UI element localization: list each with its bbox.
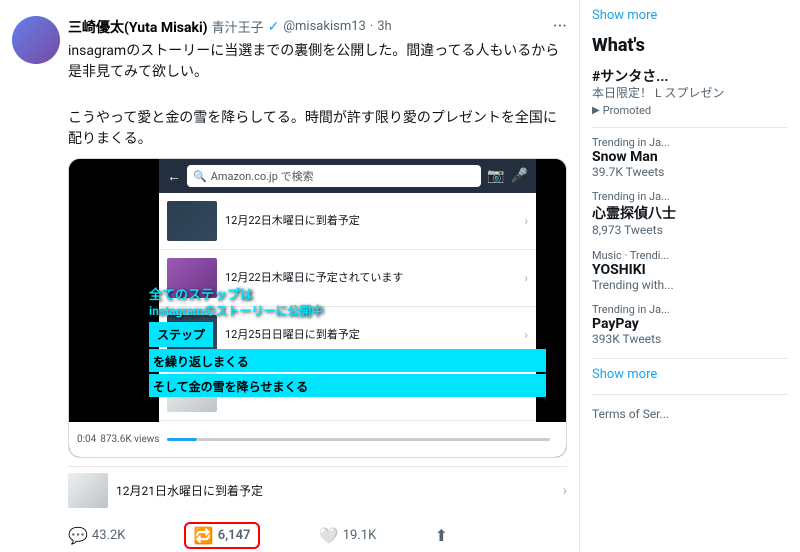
trending-tag-1[interactable]: Snow Man — [592, 149, 788, 165]
chevron-right-icon-2: › — [524, 271, 528, 285]
promoted-hashtag[interactable]: #サンタさ... — [592, 66, 788, 86]
tweet-actions: 💬 43.2K 🔁 6,147 🤍 19.1K ⬆ — [68, 514, 448, 552]
like-count: 19.1K — [343, 528, 377, 543]
trending-count-3: Trending with... — [592, 278, 788, 294]
mic-icon[interactable]: 🎤 — [511, 168, 528, 184]
overlay-text: 全てのステップは instagramのストーリーに公開中 ステップ を繰り返しま… — [149, 288, 546, 397]
trending-count-4: 393K Tweets — [592, 332, 788, 348]
share-icon: ⬆ — [435, 526, 448, 545]
tweet-header: 三崎優太(Yuta Misaki) 青汁王子 ✓ @misakism13 · 3… — [68, 16, 567, 37]
amazon-search-bar: 🔍 Amazon.co.jp で検索 — [187, 165, 481, 187]
tweet-line-1: insagramのストーリーに当選までの裏側を公開した。間違ってる人もいるから是… — [68, 41, 567, 83]
overlay-line-4: を繰り返しまくる — [153, 355, 249, 369]
tweet-line-2: こうやって愛と金の雪を降らしてる。時間が許す限り愛のプレゼントを全国に配りまくる… — [68, 108, 567, 150]
author-subtitle: 青汁王子 — [212, 17, 264, 36]
reply-count: 43.2K — [92, 528, 126, 543]
trending-item-2: Trending in Ja... 心霊探偵八士 8,973 Tweets — [592, 190, 788, 239]
extra-product-image — [68, 473, 108, 508]
video-views: 873.6K views — [100, 434, 159, 445]
trending-tag-4[interactable]: PayPay — [592, 316, 788, 332]
trending-item-1: Trending in Ja... Snow Man 39.7K Tweets — [592, 136, 788, 181]
show-more-link-bottom[interactable]: Show more — [592, 367, 788, 382]
reply-icon: 💬 — [68, 526, 88, 545]
amazon-header: ← 🔍 Amazon.co.jp で検索 📷 🎤 — [159, 159, 536, 193]
heart-icon: 🤍 — [319, 526, 339, 545]
promoted-label: ▶ Promoted — [592, 104, 788, 117]
video-timestamp: 0:04 — [77, 434, 96, 445]
black-overlay-left — [69, 159, 159, 457]
extra-product-text: 12月21日水曜日に到着予定 — [116, 482, 263, 499]
whats-happening-title: What's — [592, 35, 788, 56]
avatar[interactable] — [12, 16, 60, 64]
search-text: Amazon.co.jp で検索 — [211, 168, 314, 184]
trending-item-4: Trending in Ja... PayPay 393K Tweets — [592, 303, 788, 348]
retweet-count: 6,147 — [218, 528, 251, 543]
retweet-icon: 🔁 — [194, 526, 214, 545]
product-text-2: 12月22日木曜日に予定されています — [225, 270, 516, 285]
overlay-highlight-3: ステップ — [153, 324, 209, 345]
back-button[interactable]: ← — [167, 168, 181, 185]
promoted-item: #サンタさ... 本日限定！ L スプレゼン ▶ Promoted — [592, 66, 788, 117]
product-image-1 — [167, 201, 217, 241]
reply-button[interactable]: 💬 43.2K — [68, 526, 125, 545]
tweet-body: 三崎優太(Yuta Misaki) 青汁王子 ✓ @misakism13 · 3… — [68, 16, 567, 552]
overlay-line-1: 全てのステップは — [149, 288, 546, 305]
share-button[interactable]: ⬆ — [435, 526, 448, 545]
media-embed[interactable]: ← 🔍 Amazon.co.jp で検索 📷 🎤 — [68, 158, 567, 458]
author-name: 三崎優太(Yuta Misaki) — [68, 17, 208, 37]
trending-tag-2[interactable]: 心霊探偵八士 — [592, 203, 788, 223]
trending-count-1: 39.7K Tweets — [592, 165, 788, 181]
tweet-handle: @misakism13 — [283, 19, 366, 34]
trending-tag-3[interactable]: YOSHIKI — [592, 262, 788, 278]
camera-icon[interactable]: 📷 — [487, 168, 504, 184]
more-button[interactable]: ··· — [553, 16, 567, 37]
sidebar: Show more What's #サンタさ... 本日限定！ L スプレゼン … — [580, 0, 800, 552]
product-text-1: 12月22日木曜日に到着予定 — [225, 213, 516, 228]
promoted-desc: 本日限定！ L スプレゼン — [592, 86, 788, 102]
divider-3 — [592, 394, 788, 395]
amazon-item-1[interactable]: 12月22日木曜日に到着予定 › — [159, 193, 536, 250]
trending-context-4: Trending in Ja... — [592, 303, 788, 316]
extra-product-item[interactable]: 12月21日水曜日に到着予定 › — [68, 466, 567, 514]
terms-link[interactable]: Terms of Ser... — [592, 407, 669, 421]
avatar-image — [12, 16, 60, 64]
trending-count-2: 8,973 Tweets — [592, 223, 788, 239]
trending-item-3: Music · Trendi... YOSHIKI Trending with.… — [592, 249, 788, 294]
search-icon: 🔍 — [193, 170, 207, 183]
main-content: 三崎優太(Yuta Misaki) 青汁王子 ✓ @misakism13 · 3… — [0, 0, 580, 552]
verified-badge: ✓ — [268, 19, 280, 35]
trending-context-3: Music · Trendi... — [592, 249, 788, 262]
trending-context-2: Trending in Ja... — [592, 190, 788, 203]
video-bottom-bar: 0:04 873.6K views — [69, 422, 566, 457]
tweet-text: insagramのストーリーに当選までの裏側を公開した。間違ってる人もいるから是… — [68, 41, 567, 150]
extra-chevron-icon: › — [563, 483, 567, 499]
promoted-text: Promoted — [603, 104, 651, 117]
divider-2 — [592, 358, 788, 359]
like-button[interactable]: 🤍 19.1K — [319, 526, 376, 545]
show-more-link-top[interactable]: Show more — [592, 8, 788, 23]
promoted-icon: ▶ — [592, 105, 600, 116]
overlay-line-5: そして金の雪を降らせまくる — [153, 380, 308, 394]
overlay-line-2: instagramのストーリーに公開中 — [149, 304, 546, 320]
avatar-area — [12, 16, 60, 552]
tweet-time: · — [370, 19, 373, 34]
tweet-container: 三崎優太(Yuta Misaki) 青汁王子 ✓ @misakism13 · 3… — [0, 8, 579, 552]
search-icons: 📷 🎤 — [487, 168, 528, 184]
chevron-right-icon-1: › — [524, 214, 528, 228]
trending-context-1: Trending in Ja... — [592, 136, 788, 149]
retweet-button[interactable]: 🔁 6,147 — [184, 522, 261, 549]
divider-1 — [592, 127, 788, 128]
tweet-timestamp: 3h — [377, 19, 391, 34]
